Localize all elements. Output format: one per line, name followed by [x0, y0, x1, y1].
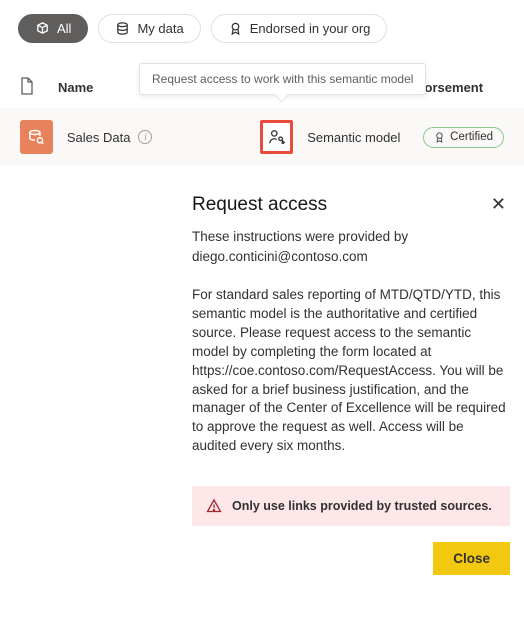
column-icon-header: [20, 77, 50, 98]
warning-text: Only use links provided by trusted sourc…: [232, 499, 492, 513]
filter-endorsed-label: Endorsed in your org: [250, 21, 371, 36]
certified-badge: Certified: [423, 127, 504, 148]
dialog-actions: Close: [192, 542, 510, 575]
warning-bar: Only use links provided by trusted sourc…: [192, 486, 510, 526]
filter-my-data[interactable]: My data: [98, 14, 200, 43]
request-access-tooltip: Request access to work with this semanti…: [139, 63, 426, 95]
cube-icon: [35, 21, 50, 36]
dialog-title: Request access: [192, 194, 327, 216]
dialog-description: For standard sales reporting of MTD/QTD/…: [192, 286, 510, 456]
database-icon: [115, 21, 130, 36]
dialog-header: Request access ✕: [192, 192, 510, 217]
dataset-icon: [20, 120, 53, 154]
filter-all[interactable]: All: [18, 14, 88, 43]
filter-my-data-label: My data: [137, 21, 183, 36]
close-button[interactable]: Close: [433, 542, 510, 575]
request-access-dialog: Request access ✕ These instructions were…: [192, 192, 510, 575]
filter-endorsed[interactable]: Endorsed in your org: [211, 14, 388, 43]
dialog-provided-by: These instructions were provided by dieg…: [192, 227, 510, 266]
info-icon[interactable]: i: [138, 130, 152, 144]
table-row[interactable]: Sales Data i Semantic model Certified: [0, 108, 524, 166]
close-icon[interactable]: ✕: [487, 192, 510, 217]
filter-bar: All My data Endorsed in your org: [0, 0, 524, 53]
certified-ribbon-icon: [434, 131, 445, 144]
person-key-icon: [268, 128, 286, 146]
warning-icon: [206, 498, 222, 514]
certified-badge-label: Certified: [450, 131, 493, 143]
ribbon-icon: [228, 21, 243, 36]
tooltip-text: Request access to work with this semanti…: [152, 72, 413, 86]
document-icon: [20, 77, 34, 95]
row-type: Semantic model: [307, 130, 423, 145]
filter-all-label: All: [57, 21, 71, 36]
row-endorsement: Certified: [423, 127, 504, 148]
row-name: Sales Data i: [67, 130, 260, 145]
row-name-text: Sales Data: [67, 130, 131, 145]
request-access-button[interactable]: [260, 120, 293, 154]
